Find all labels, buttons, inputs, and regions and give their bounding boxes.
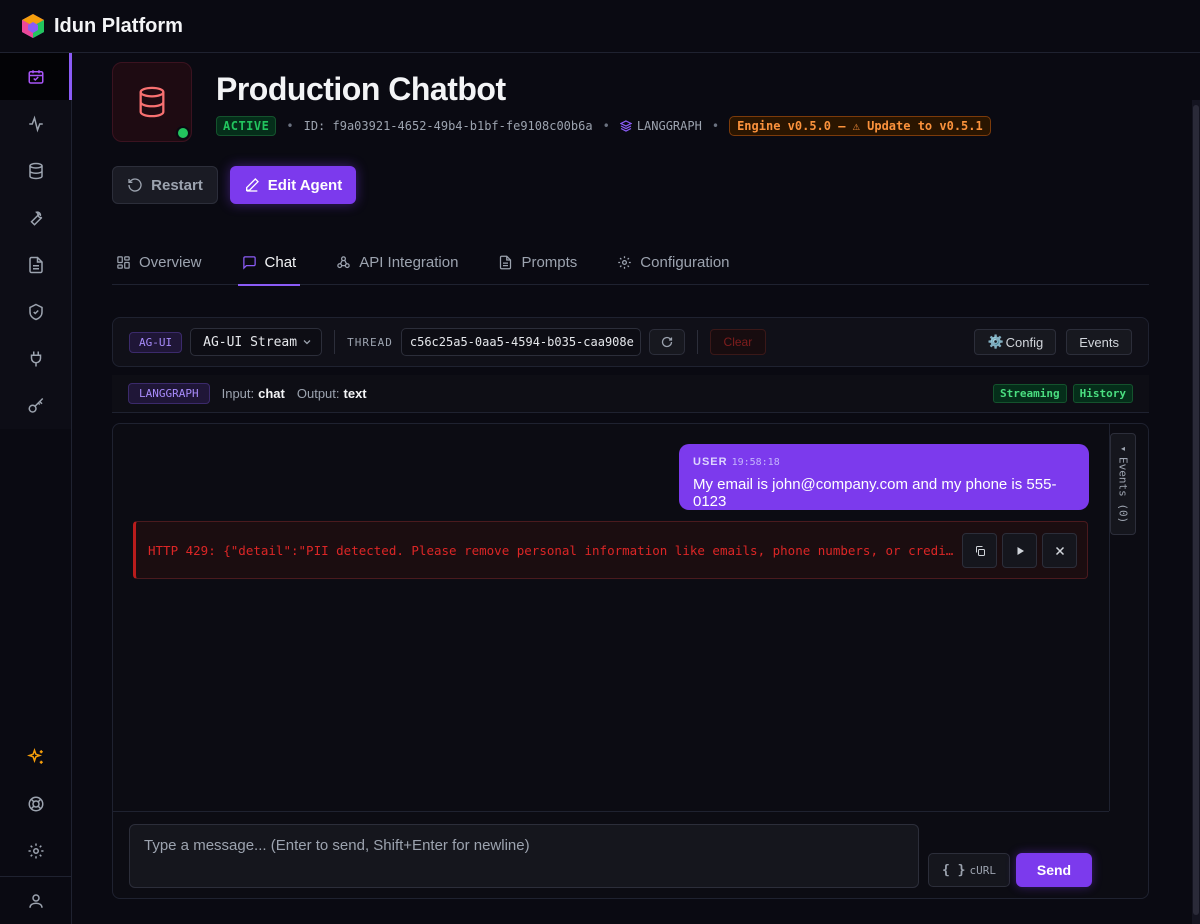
thread-label: THREAD [347,335,393,349]
play-icon [1017,546,1024,555]
shield-icon [28,303,43,320]
streaming-badge: Streaming [993,384,1067,403]
page-title: Production Chatbot [216,71,506,107]
brand-name[interactable]: Idun Platform [54,15,183,38]
plug-icon [30,351,41,366]
pencil-icon [245,178,259,192]
top-bar: Idun Platform [0,0,1200,53]
chevron-down-icon [303,340,311,345]
agents-icon [28,69,43,84]
gear-icon: ⚙️ [987,334,1004,349]
sidebar [0,53,72,924]
events-panel-toggle[interactable]: ◂ Events (0) [1110,433,1136,535]
sidebar-item-whats-new[interactable] [0,733,71,780]
protocol-badge: AG-UI [129,331,183,353]
status-indicator [176,126,190,140]
tab-api-integration[interactable]: API Integration [332,239,462,285]
events-count: Events (0) [1116,457,1130,524]
message-composer: Type a message... (Enter to send, Shift+… [113,811,1109,898]
send-button[interactable]: Send [1016,853,1092,887]
database-icon [28,162,43,179]
edit-agent-button[interactable]: Edit Agent [230,166,356,204]
chat-icon [242,255,256,270]
chevron-left-icon: ◂ [1120,444,1125,453]
message-input[interactable]: Type a message... (Enter to send, Shift+… [129,824,919,888]
tab-bar: Overview Chat API Integration Prompts Co… [112,239,1149,286]
sidebar-item-keys[interactable] [0,382,71,429]
idun-logo-icon [22,14,44,38]
engine-version-badge[interactable]: Engine v0.5.0 — ⚠ Update to v0.5.1 [729,116,991,136]
sidebar-item-activity[interactable] [0,100,71,147]
page-scrollbar-thumb[interactable] [1193,105,1199,915]
stream-select[interactable]: AG-UI Stream [190,328,323,356]
tab-configuration[interactable]: Configuration [613,239,733,285]
sidebar-item-tools[interactable] [0,194,71,241]
message-list[interactable]: USER 19:58:18 My email is john@company.co… [113,424,1109,811]
close-icon [1055,546,1064,555]
gear-icon [618,255,632,269]
sidebar-item-integrations[interactable] [0,335,71,382]
toolbar-divider [696,330,698,354]
retry-button[interactable] [1002,533,1037,568]
chat-toolbar: AG-UI AG-UI Stream THREAD c56c25a5-0aa5-… [112,317,1149,367]
sidebar-item-guardrails[interactable] [0,288,71,335]
tab-overview[interactable]: Overview [112,239,206,285]
framework-label: LANGGRAPH [636,119,702,133]
copy-icon [975,545,985,556]
sidebar-item-documents[interactable] [0,241,71,288]
new-thread-button[interactable] [648,329,685,355]
user-message: USER 19:58:18 My email is john@company.co… [679,444,1089,510]
sidebar-item-help[interactable] [0,780,71,827]
document-icon [500,255,512,269]
curl-button[interactable]: { } cURL [928,853,1010,887]
lifebuoy-icon [28,796,43,811]
message-role: USER [693,456,728,468]
layers-icon [619,120,632,132]
agent-meta: ACTIVE • ID: f9a03921-4652-49b4-b1bf-fe9… [216,116,991,136]
gear-icon [28,843,43,858]
error-message: HTTP 429: {"detail":"PII detected. Pleas… [133,521,1088,579]
grid-icon [117,255,130,269]
key-icon [28,397,43,413]
document-icon [28,256,43,273]
refresh-icon [661,336,672,348]
clear-button[interactable]: Clear [709,329,766,355]
refresh-icon [128,178,142,192]
events-button[interactable]: Events [1066,329,1132,355]
toolbar-divider [334,330,336,354]
user-icon [28,893,43,908]
tab-chat[interactable]: Chat [237,239,301,286]
dismiss-error-button[interactable] [1042,533,1077,568]
thread-id-input[interactable]: c56c25a5-0aa5-4594-b035-caa908e [400,328,641,356]
sidebar-item-profile[interactable] [0,877,71,924]
status-badge: ACTIVE [216,116,277,136]
agent-id: ID: f9a03921-4652-49b4-b1bf-fe9108c00b6a [303,119,593,133]
framework-badge: LANGGRAPH [128,383,210,404]
braces-icon: { } [942,862,966,878]
history-badge: History [1072,384,1133,403]
sidebar-item-database[interactable] [0,147,71,194]
wrench-icon [29,210,42,226]
database-icon [139,86,165,118]
sparkles-icon [26,747,43,764]
restart-button[interactable]: Restart [112,166,218,204]
message-text: My email is john@company.com and my phon… [693,476,1057,510]
sidebar-item-agents[interactable] [0,53,72,100]
agent-info-bar: LANGGRAPH Input: chat Output: text Streami… [112,375,1149,413]
activity-icon [28,114,43,133]
error-text: HTTP 429: {"detail":"PII detected. Pleas… [148,542,956,558]
output-type: text [343,386,367,401]
webhook-icon [337,255,350,268]
message-timestamp: 19:58:18 [731,457,780,468]
tab-prompts[interactable]: Prompts [494,239,581,285]
sidebar-item-settings[interactable] [0,827,71,874]
chat-panel: USER 19:58:18 My email is john@company.co… [112,423,1149,899]
copy-error-button[interactable] [962,533,997,568]
input-type: chat [258,386,285,401]
config-button[interactable]: ⚙️ Config [974,329,1057,355]
